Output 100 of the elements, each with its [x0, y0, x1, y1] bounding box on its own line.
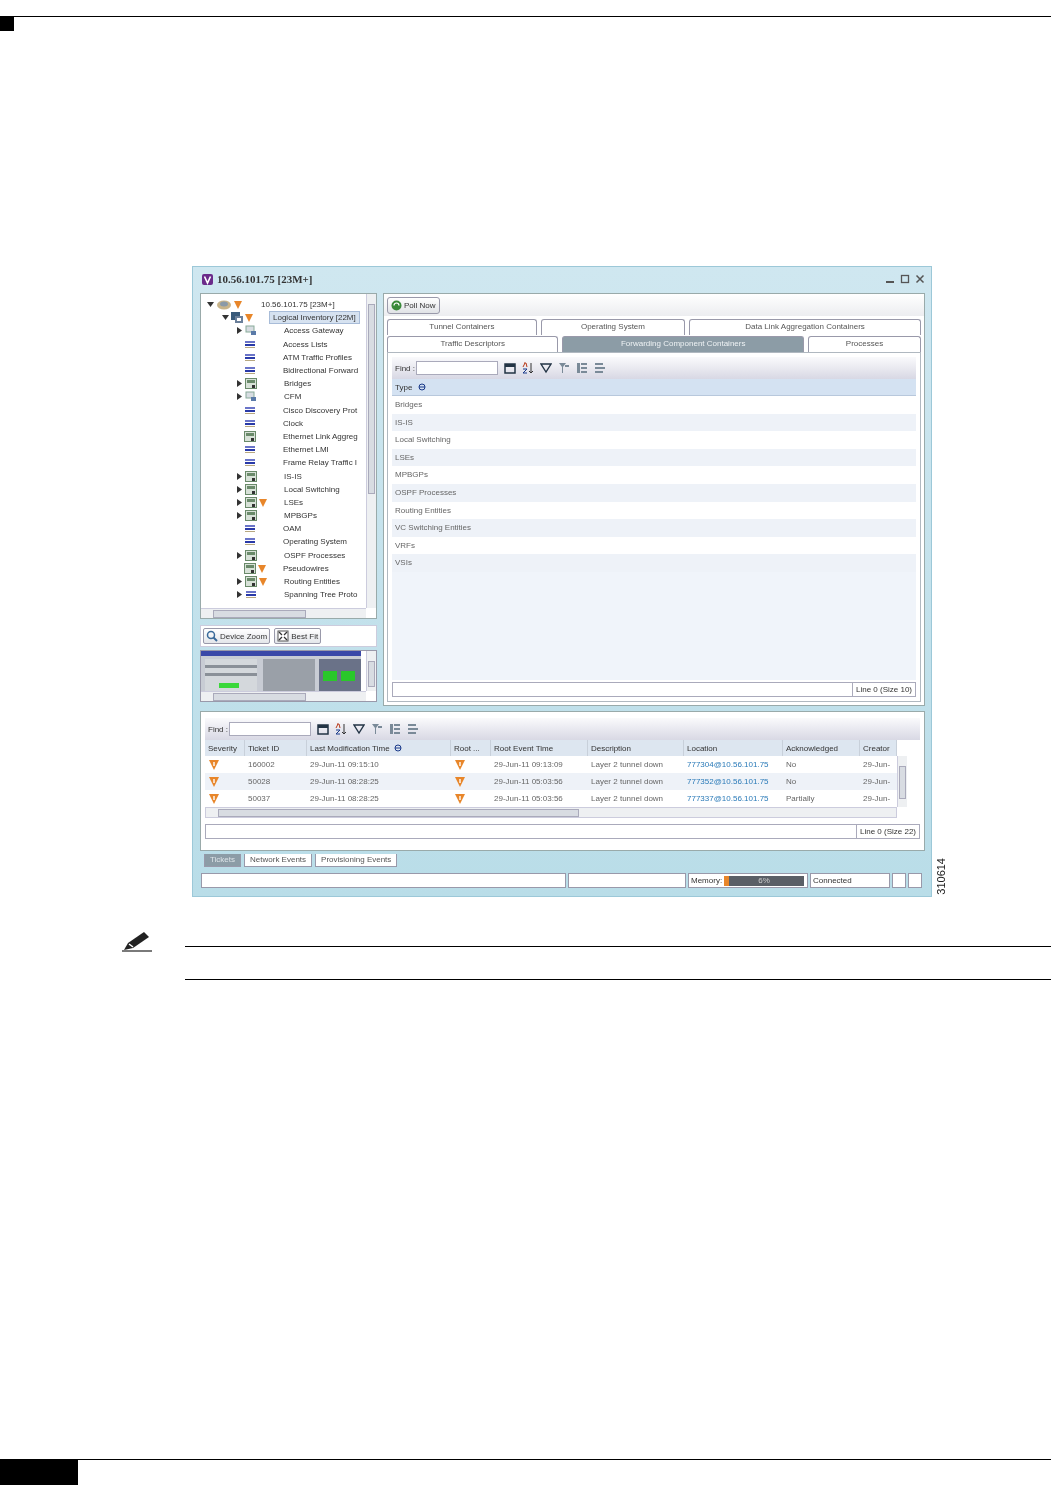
row-count: Line 0 (Size 22) — [855, 825, 919, 838]
tree-item[interactable]: Ethernet LMI — [280, 444, 332, 456]
location-link[interactable]: 777352@10.56.101.75 — [684, 777, 783, 786]
tree-item[interactable]: Logical Inventory [22M] — [269, 311, 360, 325]
row-count: Line 0 (Size 10) — [851, 683, 915, 696]
tree-item[interactable]: Frame Relay Traffic I — [280, 457, 361, 469]
tree-item[interactable]: OSPF Processes — [281, 549, 349, 561]
tree-item[interactable]: CFM — [281, 391, 305, 403]
filter-options-icon[interactable] — [558, 362, 570, 374]
tab[interactable]: Network Events — [244, 854, 313, 867]
rows-icon[interactable] — [594, 362, 606, 374]
table-cell-text: 29-Jun-11 08:28:25 — [309, 777, 380, 786]
tab[interactable]: Data Link Aggregation Containers — [689, 319, 921, 335]
collapsed-arrow-icon[interactable] — [236, 393, 243, 401]
maximize-icon[interactable] — [900, 274, 910, 284]
list-icon — [244, 444, 256, 456]
tree-item[interactable]: 10.56.101.75 [23M+] — [258, 299, 338, 311]
tree-item[interactable]: Routing Entities — [281, 576, 344, 588]
horizontal-scrollbar[interactable] — [201, 691, 366, 701]
columns-icon[interactable] — [576, 362, 588, 374]
tree-item[interactable]: IS-IS — [281, 470, 305, 482]
filter-options-icon[interactable] — [371, 723, 383, 735]
columns-icon[interactable] — [389, 723, 401, 735]
vertical-scrollbar[interactable] — [366, 651, 376, 691]
container-icon — [245, 378, 257, 390]
find-field[interactable] — [416, 361, 498, 375]
tab[interactable]: Traffic Descriptors — [387, 336, 559, 352]
close-icon[interactable] — [915, 274, 925, 284]
collapsed-arrow-icon[interactable] — [236, 498, 243, 506]
table-cell-text: 29-Jun- — [862, 794, 892, 803]
sort-icon[interactable] — [522, 362, 534, 374]
table-icon[interactable] — [317, 723, 329, 735]
expanded-arrow-icon[interactable] — [207, 301, 214, 309]
collapsed-arrow-icon[interactable] — [236, 591, 243, 599]
table-cell-text: Layer 2 tunnel down — [590, 777, 665, 786]
collapsed-arrow-icon[interactable] — [236, 485, 243, 493]
tree-item[interactable]: OAM — [280, 523, 305, 535]
table-cell-text: Layer 2 tunnel down — [590, 760, 665, 769]
location-link[interactable]: 777337@10.56.101.75 — [684, 794, 783, 803]
expanded-arrow-icon[interactable] — [222, 314, 229, 322]
vertical-scrollbar[interactable] — [366, 294, 376, 608]
tree-item[interactable]: LSEs — [281, 496, 307, 508]
tab[interactable]: Operating System — [540, 319, 686, 335]
list-icon — [244, 536, 256, 548]
list-icon — [244, 365, 256, 377]
tab[interactable]: Processes — [808, 336, 921, 352]
tree-item[interactable]: Local Switching — [281, 483, 343, 495]
tree-item[interactable]: MPBGPs — [281, 510, 320, 522]
tree-item[interactable]: Ethernet Link Aggreg — [280, 430, 361, 442]
collapsed-arrow-icon[interactable] — [236, 551, 243, 559]
horizontal-scrollbar[interactable] — [205, 807, 897, 818]
toolbar-button[interactable]: Best Fit — [274, 628, 322, 644]
vertical-scrollbar[interactable] — [897, 756, 907, 807]
container-icon — [245, 549, 257, 561]
location-link[interactable]: 777304@10.56.101.75 — [684, 760, 783, 769]
collapsed-arrow-icon[interactable] — [236, 578, 243, 586]
toolbar-button[interactable]: Device Zoom — [203, 628, 271, 644]
tree-item[interactable]: Pseudowires — [280, 562, 332, 574]
collapsed-arrow-icon[interactable] — [236, 512, 243, 520]
tree-item[interactable]: Spanning Tree Proto — [281, 589, 361, 601]
header-label: Last Modification Time — [310, 743, 390, 753]
rows-icon[interactable] — [407, 723, 419, 735]
horizontal-scrollbar[interactable] — [201, 608, 366, 618]
header-label: Severity — [208, 743, 237, 753]
header-label: Root ... — [454, 743, 480, 753]
table-cell-text: 29-Jun- — [862, 777, 892, 786]
tree-item[interactable]: Operating System — [280, 536, 351, 548]
collapsed-arrow-icon[interactable] — [236, 472, 243, 480]
filter-icon[interactable] — [540, 362, 552, 374]
table-cell-text: Partially — [785, 794, 816, 803]
table-icon[interactable] — [504, 362, 516, 374]
table-cell-text: 50037 — [247, 794, 272, 803]
table-row[interactable]: Bridges — [392, 396, 916, 414]
tab[interactable]: Tunnel Containers — [387, 319, 537, 335]
collapsed-arrow-icon[interactable] — [236, 327, 243, 335]
list-icon — [245, 589, 257, 601]
status-field — [908, 873, 922, 888]
table-row[interactable]: MPBGPs — [392, 466, 916, 484]
table-cell-text: 29-Jun-11 05:03:56 — [493, 794, 564, 803]
filter-icon[interactable] — [353, 723, 365, 735]
tree-item[interactable]: Access Gateway — [281, 325, 347, 337]
fit-icon — [277, 630, 290, 642]
tree-item[interactable]: Cisco Discovery Prot — [280, 404, 361, 416]
container-icon — [244, 430, 256, 442]
header-label: Acknowledged — [786, 743, 839, 753]
list-icon — [244, 404, 256, 416]
tree-item[interactable]: ATM Traffic Profiles — [280, 351, 356, 363]
tree-item[interactable]: Bidirectional Forward — [280, 365, 362, 377]
tree-item[interactable]: Bridges — [281, 378, 315, 390]
table-cell-text: 29-Jun-11 08:28:25 — [309, 794, 380, 803]
table-row[interactable]: Local Switching — [392, 431, 916, 449]
collapsed-arrow-icon[interactable] — [236, 380, 243, 388]
tab[interactable]: Provisioning Events — [315, 854, 398, 867]
poll-now-button[interactable]: Poll Now — [387, 296, 440, 314]
find-field[interactable] — [229, 722, 311, 736]
tree-item[interactable]: Access Lists — [280, 338, 331, 350]
tree-item[interactable]: Clock — [280, 417, 306, 429]
column-header[interactable]: Type — [392, 382, 428, 392]
sort-icon[interactable] — [335, 723, 347, 735]
table-cell-text: No — [785, 760, 798, 769]
